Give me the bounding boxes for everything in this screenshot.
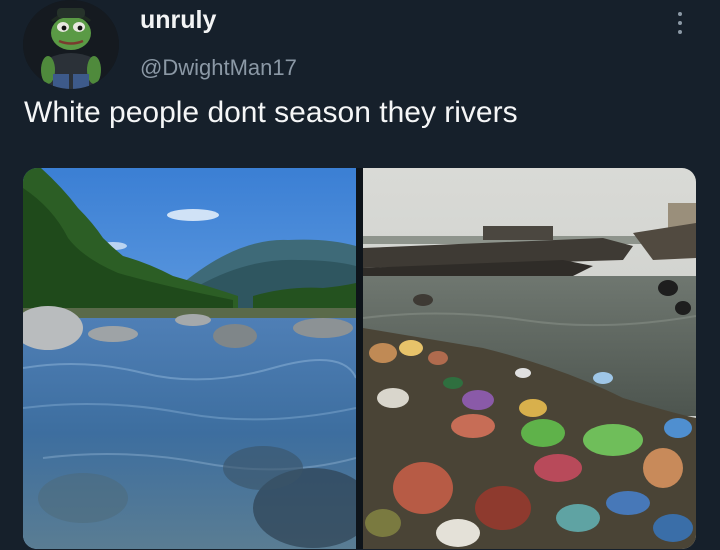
display-name[interactable]: unruly xyxy=(140,6,216,35)
more-options-icon[interactable] xyxy=(668,6,692,40)
media-grid xyxy=(23,168,696,549)
tweet-text: White people dont season they rivers xyxy=(24,96,518,129)
dot xyxy=(678,12,682,16)
tweet-card: unruly @DwightMan17 White people dont se… xyxy=(0,0,720,550)
polluted-river-photo[interactable] xyxy=(363,168,696,549)
clear-river-photo[interactable] xyxy=(23,168,356,549)
dot xyxy=(678,30,682,34)
user-handle[interactable]: @DwightMan17 xyxy=(140,55,297,81)
frog-avatar-icon xyxy=(23,0,119,89)
dot xyxy=(678,21,682,25)
avatar[interactable] xyxy=(23,0,119,89)
